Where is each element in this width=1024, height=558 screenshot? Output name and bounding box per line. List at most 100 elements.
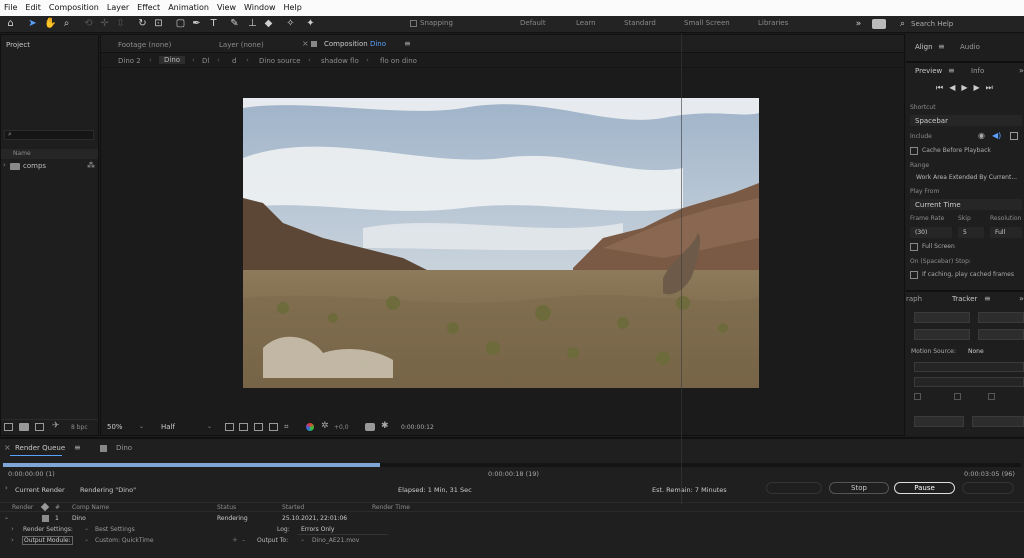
puppet-pin-icon[interactable]: ✦	[304, 17, 317, 31]
render-column[interactable]: Render	[12, 504, 33, 511]
dependencies-icon[interactable]: ✈	[52, 421, 60, 431]
chevron-right-icon[interactable]: ›	[5, 484, 8, 492]
track-motion-button[interactable]	[914, 329, 970, 340]
more-panels-icon[interactable]: »	[1019, 66, 1024, 75]
tab-audio[interactable]: Audio	[960, 43, 980, 51]
search-help-field[interactable]: Search Help	[911, 20, 953, 28]
resolution-select[interactable]: Full	[990, 227, 1022, 238]
flowchart-icon[interactable]: ⁂	[87, 161, 95, 170]
snapshot-icon[interactable]: ⌗	[284, 422, 289, 432]
pen-tool-icon[interactable]: ✒	[190, 17, 203, 31]
name-column-label[interactable]: Name	[13, 150, 31, 157]
stop-button[interactable]: Stop	[829, 482, 889, 494]
current-time-display[interactable]: 0:00:00:12	[401, 424, 434, 431]
bit-depth-label[interactable]: 8 bpc	[71, 424, 88, 431]
chevron-right-icon[interactable]: ›	[11, 536, 14, 544]
workspace-default[interactable]: Default	[520, 19, 546, 27]
chevron-right-icon[interactable]: ›	[3, 161, 6, 169]
panel-menu-icon[interactable]: ≡	[74, 443, 81, 452]
full-screen-checkbox[interactable]	[910, 243, 918, 251]
render-checkbox[interactable]	[42, 515, 49, 522]
menu-file[interactable]: File	[0, 0, 21, 16]
workspace-libraries[interactable]: Libraries	[758, 19, 788, 27]
brush-tool-icon[interactable]: ✎	[228, 17, 241, 31]
menu-effect[interactable]: Effect	[133, 0, 164, 16]
new-composition-icon[interactable]	[35, 423, 44, 431]
menu-edit[interactable]: Edit	[21, 0, 45, 16]
project-folder-item[interactable]: › comps ⁂	[1, 161, 98, 172]
track-type-select[interactable]	[914, 377, 1024, 387]
options-button[interactable]	[972, 416, 1024, 427]
new-folder-icon[interactable]	[19, 423, 29, 431]
interpret-footage-icon[interactable]	[4, 423, 13, 431]
log-select[interactable]: Errors Only	[298, 526, 388, 535]
resolution-select[interactable]: Half	[161, 423, 175, 431]
output-module-value[interactable]: Custom: QuickTime	[95, 537, 154, 544]
anchor-tool-icon[interactable]: ⊡	[152, 17, 165, 31]
region-of-interest-icon[interactable]	[225, 423, 234, 431]
rotate-tool-icon[interactable]: ↻	[136, 17, 149, 31]
first-frame-icon[interactable]: ⏮	[936, 83, 949, 92]
remove-output-icon[interactable]: –	[242, 536, 246, 544]
breadcrumb-item[interactable]: Dino 2	[118, 57, 141, 65]
include-overlays-icon[interactable]	[1010, 132, 1018, 140]
exposure-value[interactable]: +0,0	[334, 424, 349, 431]
range-select[interactable]: Work Area Extended By Current...	[916, 174, 1017, 181]
menu-view[interactable]: View	[213, 0, 240, 16]
output-to-value[interactable]: Dino_AE21.mov	[312, 537, 359, 544]
output-module-label[interactable]: Output Module:	[22, 536, 73, 545]
orbit-tool-icon[interactable]: ⟲	[82, 17, 95, 31]
pan-tool-icon[interactable]: ✛	[98, 17, 111, 31]
breadcrumb-item[interactable]: shadow flo	[321, 57, 359, 65]
tab-graph[interactable]: raph	[906, 295, 922, 303]
render-settings-value[interactable]: Best Settings	[95, 526, 135, 533]
breadcrumb-item[interactable]: flo on dino	[380, 57, 417, 65]
chevron-down-icon[interactable]: ⌄	[207, 423, 212, 430]
dolly-tool-icon[interactable]: ⇳	[114, 17, 127, 31]
magnification-select[interactable]: 50%	[107, 423, 123, 431]
edit-target-button[interactable]	[914, 416, 964, 427]
chevron-down-icon[interactable]: ⌄	[84, 536, 89, 543]
color-channel-icon[interactable]	[306, 423, 314, 431]
close-icon[interactable]: ×	[302, 39, 309, 48]
project-search-input[interactable]: ⌕	[4, 130, 94, 140]
tab-render-queue[interactable]: Render Queue	[15, 444, 65, 452]
render-time-column[interactable]: Render Time	[372, 504, 410, 511]
previous-frame-icon[interactable]: ◀	[949, 83, 961, 92]
tab-tracker[interactable]: Tracker	[952, 295, 977, 303]
workspace-learn[interactable]: Learn	[576, 19, 596, 27]
workspace-standard[interactable]: Standard	[624, 19, 656, 27]
composition-tab[interactable]: Composition Dino	[324, 40, 386, 48]
tab-dino[interactable]: Dino	[116, 444, 132, 452]
project-title[interactable]: Project	[6, 41, 30, 49]
color-management-icon[interactable]: ✲	[321, 421, 329, 431]
scale-checkbox[interactable]	[988, 393, 995, 400]
home-icon[interactable]: ⌂	[4, 17, 17, 31]
started-column[interactable]: Started	[282, 504, 304, 511]
render-button[interactable]	[962, 482, 1014, 494]
menu-help[interactable]: Help	[280, 0, 306, 16]
menu-layer[interactable]: Layer	[103, 0, 133, 16]
breadcrumb-item[interactable]: Dino source	[259, 57, 301, 65]
comp-name-column[interactable]: Comp Name	[72, 504, 109, 511]
more-panels-icon[interactable]: »	[1019, 294, 1024, 303]
tab-preview[interactable]: Preview	[915, 67, 942, 75]
status-column[interactable]: Status	[217, 504, 236, 511]
snapping-checkbox[interactable]	[410, 20, 417, 27]
roto-brush-icon[interactable]: ✧	[284, 17, 297, 31]
skip-select[interactable]: 5	[958, 227, 984, 238]
clone-stamp-icon[interactable]: ⊥	[246, 17, 259, 31]
cache-checkbox[interactable]	[910, 147, 918, 155]
shortcut-select[interactable]: Spacebar	[910, 115, 1022, 126]
panel-menu-icon[interactable]: ≡	[948, 66, 955, 75]
number-column[interactable]: #	[55, 504, 60, 511]
warp-stabilizer-button[interactable]	[978, 312, 1024, 323]
rotation-checkbox[interactable]	[954, 393, 961, 400]
chevron-down-icon[interactable]: ⌄	[300, 536, 305, 543]
label-tag-icon[interactable]	[40, 502, 50, 512]
motion-source-select[interactable]: None	[968, 348, 984, 355]
footage-tab[interactable]: Footage (none)	[118, 41, 171, 49]
type-tool-icon[interactable]: T	[207, 17, 220, 31]
hand-tool-icon[interactable]: ✋	[44, 17, 57, 31]
eraser-icon[interactable]: ◆	[262, 17, 275, 31]
